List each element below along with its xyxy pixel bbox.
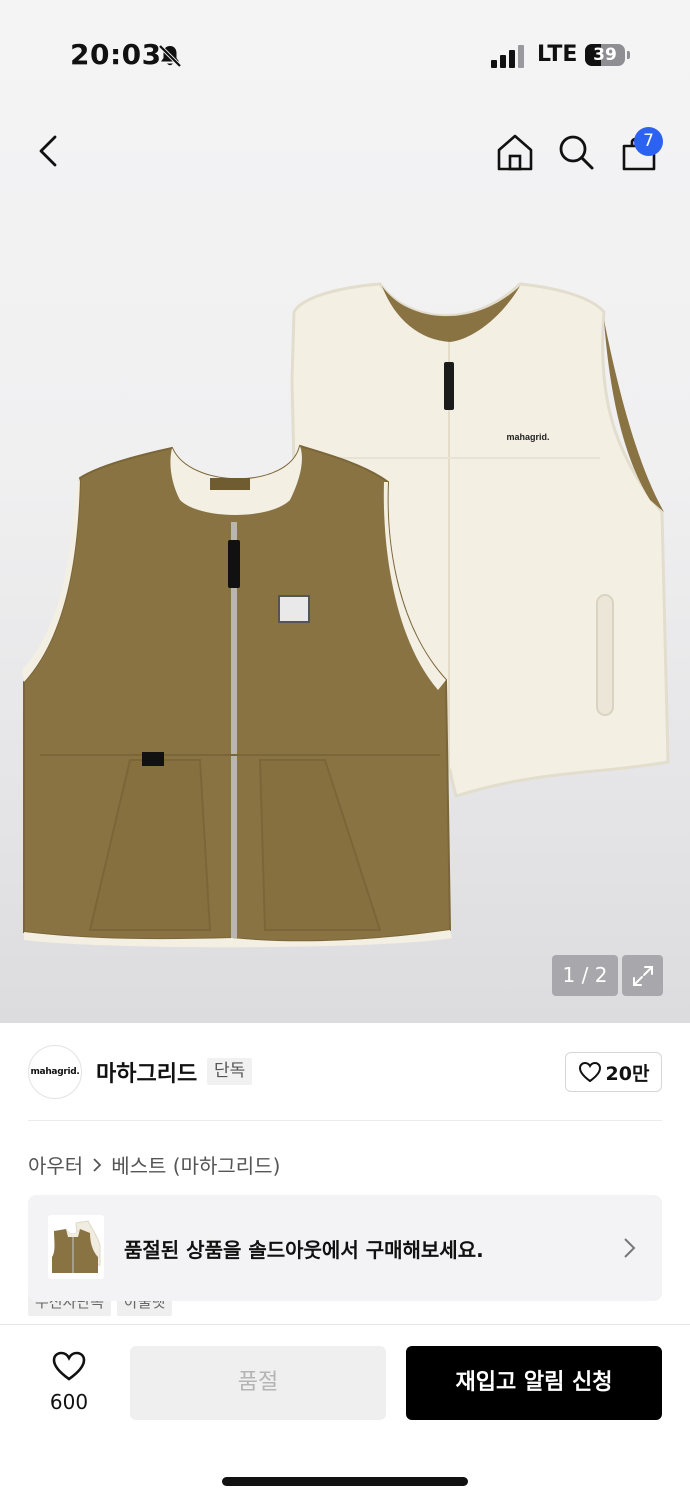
restock-alert-button[interactable]: 재입고 알림 신청 — [406, 1346, 662, 1420]
exclusive-badge: 단독 — [207, 1058, 253, 1085]
search-icon — [559, 135, 594, 170]
banner-thumbnail — [48, 1215, 104, 1279]
soldout-banner-text: 품절된 상품을 솔드아웃에서 구매해보세요. — [124, 1238, 484, 1262]
expand-image-button[interactable] — [622, 955, 663, 996]
breadcrumb-category[interactable]: 아우터 — [28, 1150, 83, 1179]
bottom-bar-divider — [0, 1324, 690, 1325]
image-counter: 1 / 2 — [552, 955, 618, 996]
search-button[interactable] — [554, 130, 598, 174]
heart-icon — [578, 1061, 601, 1083]
bell-off-icon — [158, 44, 182, 68]
network-label: LTE — [537, 42, 578, 67]
wishlist-count: 600 — [49, 1390, 89, 1414]
divider — [28, 1120, 662, 1121]
battery-level: 39 — [593, 45, 617, 65]
brand-logo[interactable]: mahagrid. — [28, 1045, 82, 1099]
brand-like-button[interactable]: 20만 — [565, 1052, 662, 1092]
soldout-button: 품절 — [130, 1346, 386, 1420]
battery-icon: 39 — [585, 44, 630, 66]
status-bar: 20:03 LTE 39 — [0, 0, 690, 110]
product-image[interactable]: mahagrid. — [0, 250, 690, 970]
back-icon — [39, 135, 57, 167]
brand-name[interactable]: 마하그리드 — [96, 1056, 197, 1088]
cart-count-badge: 7 — [634, 127, 663, 156]
back-button[interactable] — [26, 129, 70, 173]
home-button[interactable] — [493, 130, 537, 174]
soldout-banner[interactable]: 품절된 상품을 솔드아웃에서 구매해보세요. — [28, 1195, 662, 1301]
signal-icon — [491, 44, 525, 68]
breadcrumb: 아우터 베스트 (마하그리드) — [28, 1150, 280, 1179]
breadcrumb-subcategory[interactable]: 베스트 (마하그리드) — [111, 1150, 280, 1179]
home-icon — [497, 134, 533, 171]
product-hero: 20:03 LTE 39 7 mahagrid. 1 / 2 — [0, 0, 690, 1023]
wishlist-button[interactable]: 600 — [36, 1346, 102, 1416]
chevron-right-icon — [624, 1238, 636, 1258]
brand-like-count: 20만 — [605, 1062, 650, 1085]
heart-icon — [52, 1351, 86, 1381]
status-time: 20:03 — [70, 38, 162, 71]
expand-icon — [632, 965, 653, 986]
chevron-right-icon — [93, 1157, 102, 1172]
olive-vest-front — [22, 444, 452, 948]
home-indicator[interactable] — [222, 1477, 468, 1486]
vest-logo-text: mahagrid. — [506, 432, 549, 442]
